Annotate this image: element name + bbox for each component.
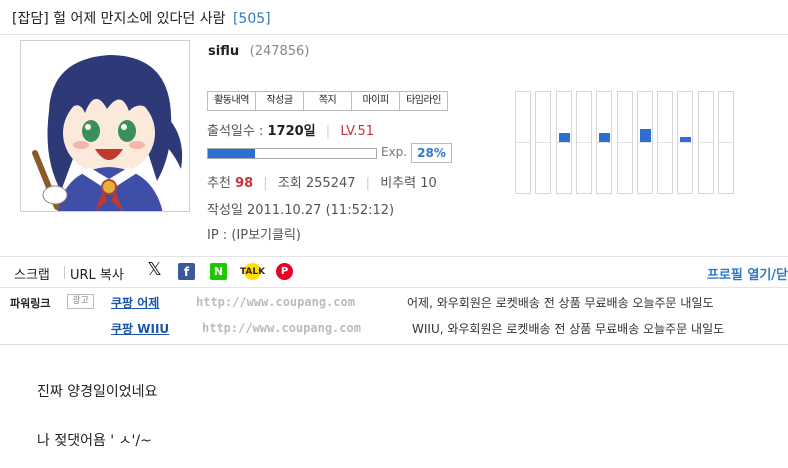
profile-button-row: 활동내역 작성글 쪽지 마이피 타임라인 bbox=[207, 91, 448, 111]
ad-title-link[interactable]: 쿠팡 WIIU bbox=[111, 320, 169, 337]
activity-graph-column bbox=[677, 91, 693, 194]
post-body: 진짜 양경일이었네요 나 젖댓어욤 ' ㅅ'/~ bbox=[0, 346, 788, 468]
recommend-value: 98 bbox=[235, 176, 254, 191]
activity-graph-bar bbox=[559, 133, 570, 142]
kakaotalk-icon[interactable]: TALK bbox=[240, 263, 265, 280]
facebook-icon[interactable]: f bbox=[178, 263, 195, 280]
activity-graph-column bbox=[657, 91, 673, 194]
author-nickname[interactable]: siflu bbox=[208, 44, 239, 59]
activity-graph-column bbox=[617, 91, 633, 194]
profile-toggle-button[interactable]: 프로필 열기/닫 bbox=[707, 264, 788, 283]
activity-graph-bar bbox=[680, 137, 691, 142]
activity-graph-column bbox=[535, 91, 551, 194]
ad-url[interactable]: http://www.coupang.com bbox=[202, 321, 361, 335]
url-copy-button[interactable]: URL 복사 bbox=[70, 264, 124, 283]
activity-graph-column bbox=[576, 91, 592, 194]
activity-graph-bar bbox=[599, 133, 610, 142]
comment-count[interactable]: [505] bbox=[233, 11, 271, 27]
attendance-line: 출석일수 : 1720일 | LV.51 bbox=[207, 124, 375, 139]
ip-link[interactable]: IP : (IP보기클릭) bbox=[207, 224, 301, 243]
ad-row: 쿠팡 WIIU http://www.coupang.com WIIU, 와우회… bbox=[0, 320, 788, 342]
activity-graph-column bbox=[556, 91, 572, 194]
x-icon[interactable]: 𝕏 bbox=[146, 259, 163, 280]
views-count: 조회 255247 bbox=[277, 176, 356, 191]
attendance-label: 출석일수 : bbox=[207, 124, 264, 139]
ad-row: 쿠팡 어제 http://www.coupang.com 어제, 와우회원은 로… bbox=[0, 294, 788, 316]
author-id: (247856) bbox=[249, 44, 310, 59]
avatar[interactable] bbox=[20, 40, 190, 212]
share-bar: 스크랩 URL 복사 𝕏 f N TALK P 프로필 열기/닫 bbox=[0, 256, 788, 288]
scrap-button[interactable]: 스크랩 bbox=[14, 264, 50, 283]
author-profile: siflu (247856) 활동내역 작성글 쪽지 마이피 타임라인 출석일수… bbox=[0, 34, 788, 256]
activity-button[interactable]: 활동내역 bbox=[207, 91, 256, 111]
exp-progress-fill bbox=[208, 149, 256, 158]
activity-graph-bar bbox=[640, 129, 651, 142]
post-title-bar: [잡담] 헐 어제 만지소에 있다던 사람 [505] bbox=[0, 0, 788, 34]
ad-url[interactable]: http://www.coupang.com bbox=[196, 295, 355, 309]
activity-graph-column bbox=[718, 91, 734, 194]
exp-percent: 28% bbox=[411, 143, 452, 163]
created-date: 작성일 2011.10.27 (11:52:12) bbox=[207, 203, 395, 218]
downvote-count: 비추력 10 bbox=[380, 176, 437, 191]
ad-description: WIIU, 와우회원은 로켓배송 전 상품 무료배송 오늘주문 내일도 bbox=[412, 322, 725, 336]
exp-label: Exp. bbox=[381, 145, 408, 159]
activity-graph-column bbox=[637, 91, 653, 194]
author-nickname-line[interactable]: siflu (247856) bbox=[208, 44, 309, 59]
ad-description: 어제, 와우회원은 로켓배송 전 상품 무료배송 오늘주문 내일도 bbox=[407, 296, 714, 310]
body-paragraph-1: 진짜 양경일이었네요 bbox=[37, 384, 158, 400]
pinterest-icon[interactable]: P bbox=[276, 263, 293, 280]
activity-graph bbox=[515, 91, 735, 194]
power-link-ads: 파워링크 광고 쿠팡 어제 http://www.coupang.com 어제,… bbox=[0, 288, 788, 345]
avatar-image bbox=[21, 41, 189, 211]
body-paragraph-2: 나 젖댓어욤 ' ㅅ'/~ bbox=[37, 433, 152, 449]
activity-graph-column bbox=[515, 91, 531, 194]
message-button[interactable]: 쪽지 bbox=[303, 91, 352, 111]
activity-graph-column bbox=[596, 91, 612, 194]
timeline-button[interactable]: 타임라인 bbox=[399, 91, 448, 111]
divider bbox=[64, 266, 65, 279]
attendance-value: 1720일 bbox=[267, 124, 316, 139]
post-title: 헐 어제 만지소에 있다던 사람 bbox=[53, 11, 226, 27]
level-label: LV.51 bbox=[340, 124, 375, 139]
stats-line: 추천 98 | 조회 255247 | 비추력 10 bbox=[207, 176, 437, 191]
exp-progress-bar bbox=[207, 148, 377, 159]
activity-graph-column bbox=[698, 91, 714, 194]
post-category: [잡담] bbox=[12, 11, 49, 27]
ad-title-link[interactable]: 쿠팡 어제 bbox=[111, 294, 159, 311]
mypi-button[interactable]: 마이피 bbox=[351, 91, 400, 111]
posts-button[interactable]: 작성글 bbox=[255, 91, 304, 111]
naver-icon[interactable]: N bbox=[210, 263, 227, 280]
recommend-label: 추천 bbox=[207, 176, 231, 191]
